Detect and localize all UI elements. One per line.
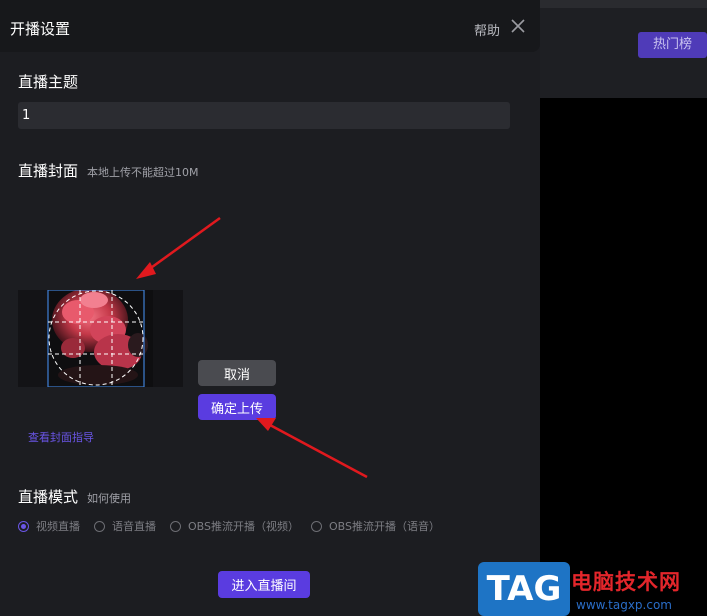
- background-stage: [540, 98, 707, 616]
- radio-icon[interactable]: [311, 520, 322, 532]
- background-toolbar-band: [540, 0, 707, 8]
- topic-label: 直播主题: [18, 73, 79, 91]
- watermark-url: www.tagxp.com: [576, 598, 672, 612]
- dialog-title: 开播设置: [10, 20, 71, 38]
- radio-selected-icon[interactable]: [18, 520, 29, 532]
- radio-icon[interactable]: [170, 520, 181, 532]
- cover-crop-preview[interactable]: [18, 290, 183, 387]
- help-link[interactable]: 帮助: [474, 20, 500, 39]
- mode-option-label: 语音直播: [112, 520, 156, 533]
- mode-option-video[interactable]: 视频直播: [18, 518, 80, 534]
- enter-live-room-button[interactable]: 进入直播间: [218, 571, 310, 598]
- cover-guide-link[interactable]: 查看封面指导: [28, 429, 94, 445]
- live-settings-dialog: 开播设置 帮助 直播主题 直播封面 本地上传不能超过10M: [0, 0, 540, 616]
- cover-label: 直播封面: [18, 162, 79, 180]
- mode-option-label: OBS推流开播（视频）: [188, 520, 299, 533]
- radio-icon[interactable]: [94, 520, 105, 532]
- mode-option-label: 视频直播: [36, 520, 80, 533]
- watermark-site-name: 电脑技术网: [571, 570, 681, 594]
- watermark-logo: TAG: [478, 562, 570, 616]
- site-watermark: TAG 电脑技术网 www.tagxp.com: [478, 562, 707, 616]
- cover-image: [18, 290, 183, 387]
- cancel-button[interactable]: 取消: [198, 360, 276, 386]
- topic-input[interactable]: [18, 102, 510, 129]
- cover-hint: 本地上传不能超过10M: [87, 166, 199, 179]
- mode-option-obs-video[interactable]: OBS推流开播（视频）: [170, 518, 299, 534]
- mode-help-link[interactable]: 如何使用: [87, 490, 131, 506]
- mode-option-label: OBS推流开播（语音）: [329, 520, 440, 533]
- hot-list-button[interactable]: 热门榜: [638, 32, 707, 58]
- confirm-upload-button[interactable]: 确定上传: [198, 394, 276, 420]
- close-icon[interactable]: [509, 17, 527, 35]
- mode-option-voice[interactable]: 语音直播: [94, 518, 156, 534]
- mode-label: 直播模式: [18, 488, 79, 506]
- mode-option-obs-voice[interactable]: OBS推流开播（语音）: [311, 518, 440, 534]
- dialog-header: 开播设置 帮助: [0, 0, 540, 52]
